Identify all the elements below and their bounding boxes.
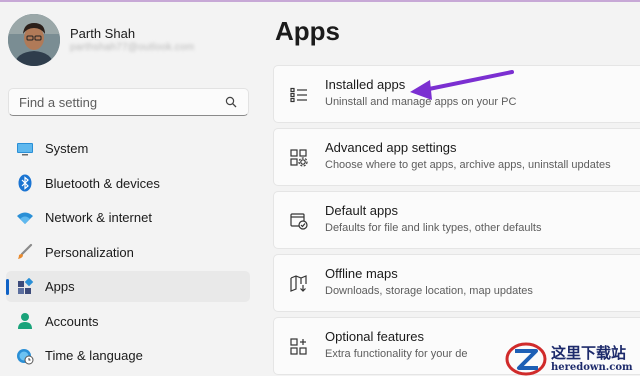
user-name: Parth Shah bbox=[70, 26, 136, 41]
advanced-app-settings-card[interactable]: Advanced app settings Choose where to ge… bbox=[273, 128, 640, 186]
monitor-icon bbox=[16, 140, 34, 158]
default-apps-icon bbox=[289, 211, 309, 231]
apps-icon bbox=[16, 277, 34, 296]
sidebar-item-apps[interactable]: Apps bbox=[6, 271, 250, 302]
sidebar-item-label: System bbox=[45, 141, 89, 156]
sidebar-item-label: Time & language bbox=[45, 348, 143, 363]
sidebar-nav: System Bluetooth & devices Network & int… bbox=[6, 133, 250, 375]
map-download-icon bbox=[289, 274, 309, 294]
default-apps-card[interactable]: Default apps Defaults for file and link … bbox=[273, 191, 640, 249]
annotation-arrow bbox=[410, 70, 514, 100]
sidebar-item-label: Apps bbox=[45, 279, 75, 294]
card-title: Advanced app settings bbox=[325, 140, 457, 155]
card-description: Extra functionality for your de bbox=[325, 348, 468, 360]
user-email: parthshah77@outlook.com bbox=[70, 42, 195, 53]
card-title: Default apps bbox=[325, 203, 398, 218]
card-description: Defaults for file and link types, other … bbox=[325, 222, 542, 234]
card-description: Choose where to get apps, archive apps, … bbox=[325, 159, 611, 171]
brush-icon bbox=[16, 243, 34, 261]
watermark-logo-icon bbox=[505, 341, 547, 376]
globe-clock-icon bbox=[16, 347, 34, 365]
person-icon bbox=[16, 312, 34, 330]
sidebar-item-label: Network & internet bbox=[45, 210, 152, 225]
watermark-chinese-text: 这里下载站 bbox=[551, 343, 627, 362]
sidebar-item-time-language[interactable]: Time & language bbox=[6, 340, 250, 371]
card-title: Offline maps bbox=[325, 266, 398, 281]
watermark-domain-text: heredown.com bbox=[551, 361, 633, 373]
sidebar-item-network[interactable]: Network & internet bbox=[6, 202, 250, 233]
sidebar-item-system[interactable]: System bbox=[6, 133, 250, 164]
sidebar-item-personalization[interactable]: Personalization bbox=[6, 237, 250, 268]
list-icon bbox=[289, 85, 309, 105]
wifi-icon bbox=[16, 209, 34, 227]
sidebar-item-label: Personalization bbox=[45, 244, 134, 260]
search-icon[interactable] bbox=[224, 95, 238, 109]
watermark: 这里下载站 heredown.com bbox=[505, 340, 640, 376]
settings-cards: Installed apps Uninstall and manage apps… bbox=[273, 65, 640, 376]
sidebar-item-bluetooth[interactable]: Bluetooth & devices bbox=[6, 168, 250, 199]
app-settings-icon bbox=[289, 148, 309, 168]
offline-maps-card[interactable]: Offline maps Downloads, storage location… bbox=[273, 254, 640, 312]
avatar[interactable] bbox=[8, 14, 60, 66]
sidebar: Parth Shah parthshah77@outlook.com Syste… bbox=[0, 2, 262, 376]
card-description: Downloads, storage location, map updates bbox=[325, 285, 533, 297]
sidebar-item-label: Accounts bbox=[45, 313, 99, 329]
sidebar-item-accounts[interactable]: Accounts bbox=[6, 306, 250, 337]
search-box[interactable] bbox=[8, 88, 249, 116]
bluetooth-icon bbox=[16, 174, 34, 192]
page-title: Apps bbox=[275, 16, 340, 46]
sidebar-item-label: Bluetooth & devices bbox=[45, 175, 160, 191]
add-feature-icon bbox=[289, 337, 309, 357]
card-title: Optional features bbox=[325, 329, 425, 344]
search-input[interactable] bbox=[19, 94, 224, 110]
